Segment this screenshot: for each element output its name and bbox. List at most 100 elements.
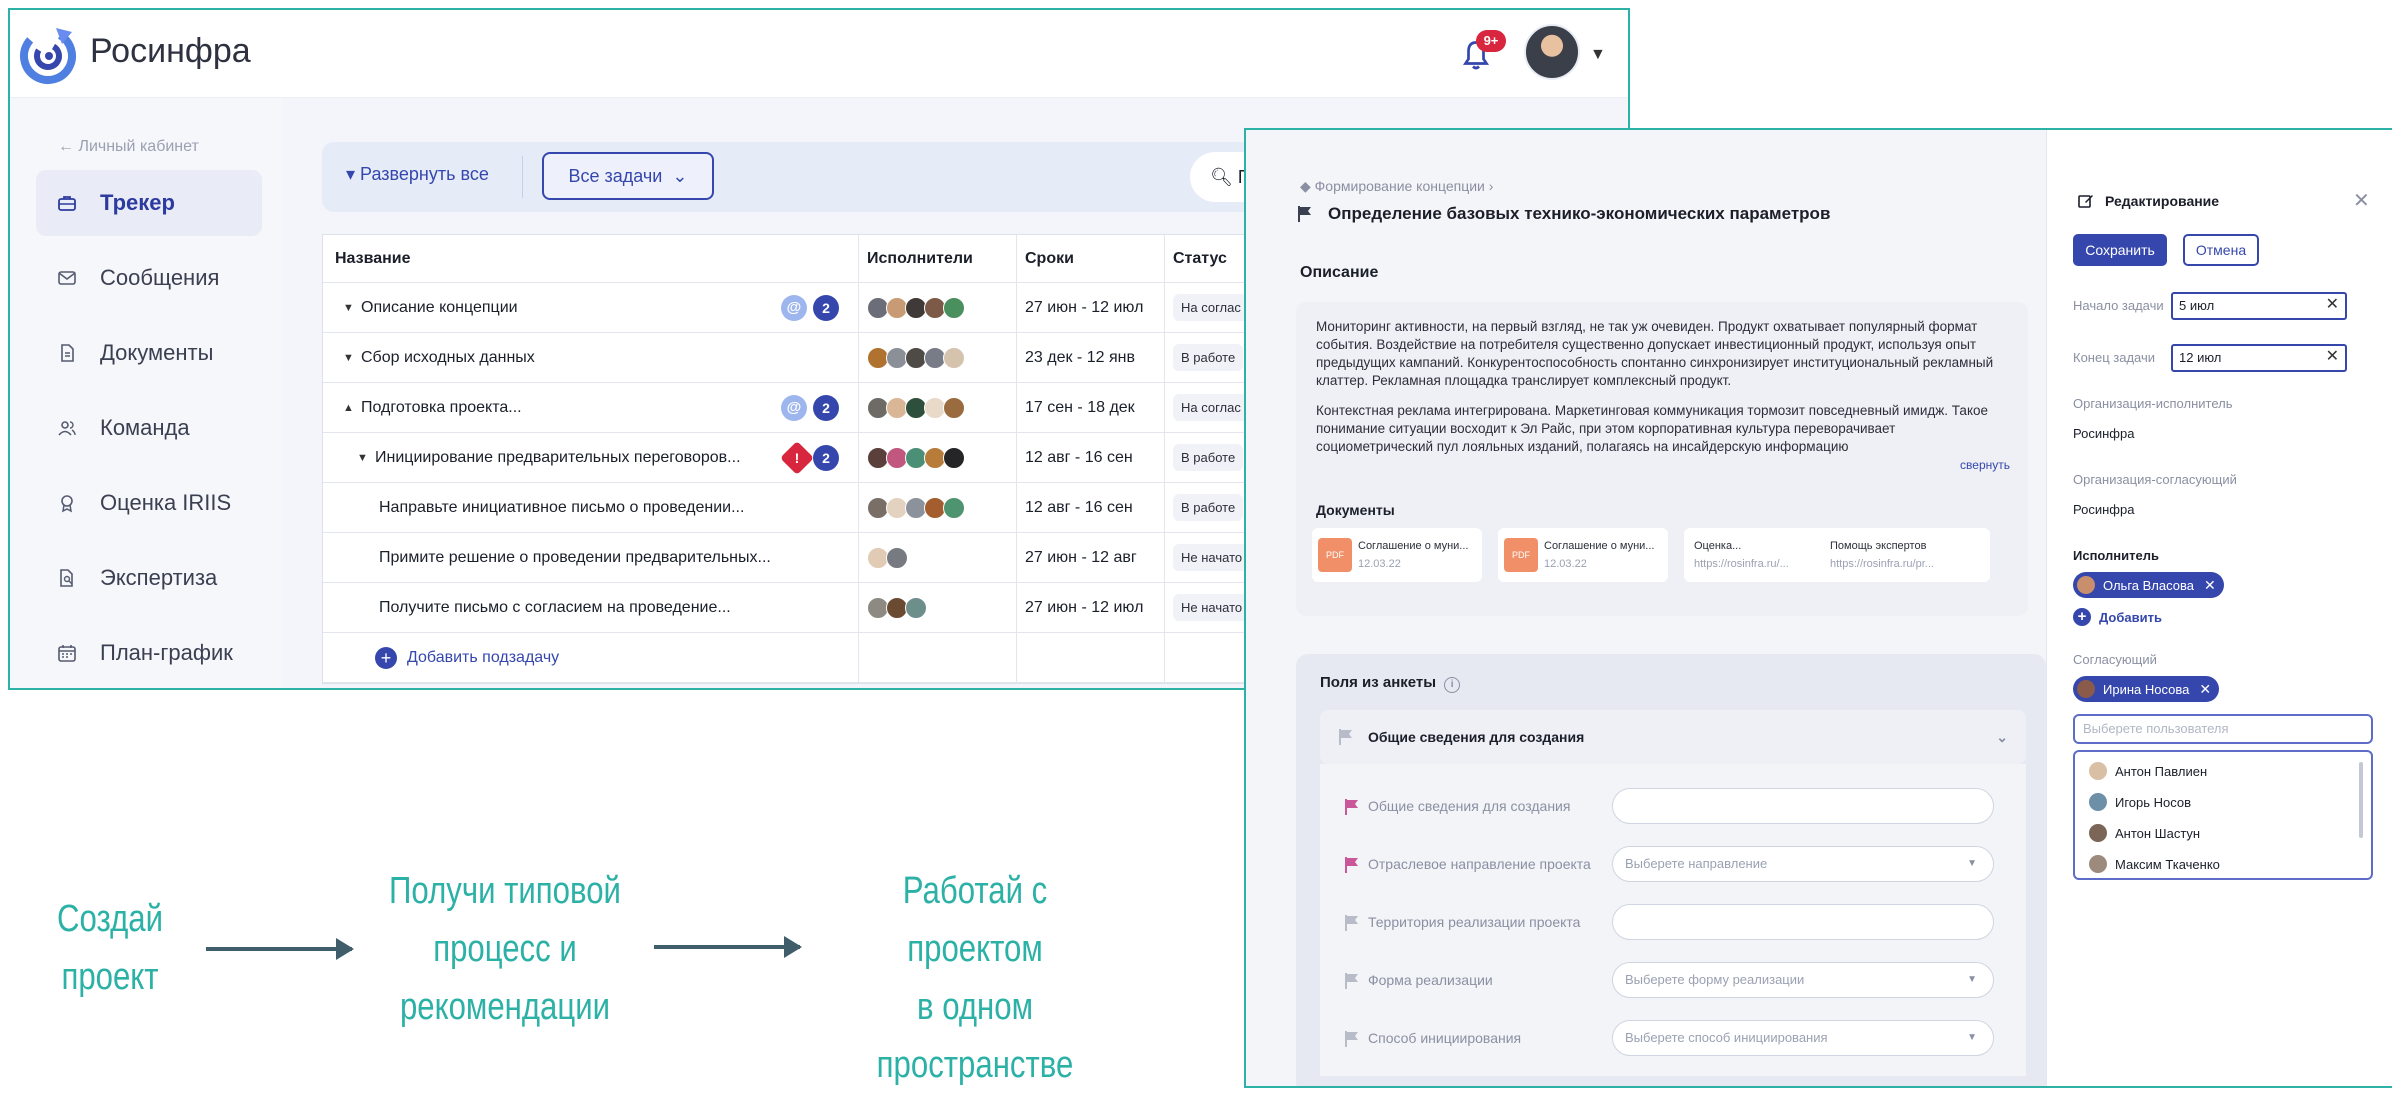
award-icon [56, 492, 78, 514]
user-dropdown-list: Антон Павлиен Игорь Носов Антон Шастун М… [2073, 750, 2373, 880]
clear-icon[interactable]: ✕ [2326, 345, 2339, 369]
document-card[interactable]: PDF Соглашение о муни... 12.03.22 [1498, 528, 1668, 582]
expand-all-label: Развернуть все [360, 164, 489, 184]
flow-step-line: процесс и [433, 928, 577, 970]
executor-chip-name: Ольга Власова [2103, 577, 2194, 593]
task-name[interactable]: Подготовка проекта... [361, 399, 522, 417]
empty-cell [859, 633, 1017, 682]
avatar[interactable] [943, 346, 965, 369]
status-badge[interactable]: В работе [1173, 344, 1244, 371]
rosinfra-logo-icon[interactable] [16, 22, 80, 86]
expand-all-button[interactable]: ▾ Развернуть все [346, 164, 489, 185]
flow-step-create: Создай проект [44, 890, 175, 1006]
info-icon[interactable]: i [1444, 677, 1461, 693]
avatar[interactable] [905, 596, 927, 619]
chevron-down-icon[interactable]: ▼ [1590, 46, 1606, 64]
group-header[interactable]: Общие сведения для создания ⌄ [1320, 710, 2026, 764]
sidebar-item-team[interactable]: Команда [36, 395, 262, 461]
flow-step-line: в одном [916, 986, 1034, 1028]
save-button[interactable]: Сохранить [2073, 234, 2167, 266]
task-name[interactable]: Получите письмо с согласием на проведени… [379, 599, 731, 617]
mention-icon[interactable]: @ [781, 295, 807, 321]
field-input[interactable] [1612, 788, 1994, 824]
warning-icon[interactable]: ! [780, 441, 814, 475]
list-item[interactable]: Максим Ткаченко [2089, 855, 2220, 873]
description-title: Описание [1300, 264, 1379, 281]
caret-up-icon[interactable]: ▲ [343, 402, 361, 414]
sidebar-item-documents[interactable]: Документы [36, 320, 262, 386]
remove-icon[interactable]: ✕ [2204, 577, 2216, 594]
description-paragraph: Контекстная реклама интегрирована. Марке… [1316, 403, 1989, 454]
mention-icon[interactable]: @ [781, 395, 807, 421]
executor-chip[interactable]: Ольга Власова ✕ [2073, 572, 2224, 598]
clear-icon[interactable]: ✕ [2326, 293, 2339, 317]
field-select[interactable]: Выберете форму реализации ▼ [1612, 962, 1994, 998]
collapse-link[interactable]: свернуть [1960, 458, 2010, 472]
task-name[interactable]: Примите решение о проведении предварител… [379, 549, 771, 567]
list-item[interactable]: Антон Павлиен [2089, 762, 2207, 780]
cancel-button[interactable]: Отмена [2183, 234, 2259, 266]
avatar[interactable] [886, 546, 908, 569]
document-card[interactable]: PDF Соглашение о муни... 12.03.22 [1312, 528, 1482, 582]
sidebar-item-expertise[interactable]: Экспертиза [36, 545, 262, 611]
caret-down-icon[interactable]: ▼ [357, 452, 375, 464]
field-select[interactable]: Выберете направление ▼ [1612, 846, 1994, 882]
status-badge[interactable]: В работе [1173, 444, 1244, 471]
avatar[interactable] [943, 296, 965, 319]
approver-chip[interactable]: Ирина Носова ✕ [2073, 676, 2220, 702]
status-badge[interactable]: На соглас [1173, 394, 1249, 421]
user-avatar[interactable] [1524, 24, 1580, 80]
column-header-name[interactable]: Название [323, 235, 859, 282]
list-item[interactable]: Игорь Носов [2089, 793, 2191, 811]
breadcrumb[interactable]: ◆ Формирование концепции › [1300, 178, 1493, 195]
column-header-dates[interactable]: Сроки [1017, 235, 1165, 282]
avatar[interactable] [943, 396, 965, 419]
sidebar-item-schedule[interactable]: План-график [36, 620, 262, 686]
sidebar-item-messages[interactable]: Сообщения [36, 245, 262, 311]
document-icon [56, 342, 78, 364]
comment-count-badge[interactable]: 2 [813, 395, 839, 421]
user-search-input[interactable]: Выберете пользователя [2073, 714, 2373, 744]
task-name[interactable]: Описание концепции [361, 299, 518, 317]
field-input[interactable] [1612, 904, 1994, 940]
task-name[interactable]: Сбор исходных данных [361, 349, 535, 367]
start-date-input[interactable]: 5 июл ✕ [2171, 292, 2347, 320]
avatar[interactable] [943, 496, 965, 519]
remove-icon[interactable]: ✕ [2199, 681, 2211, 698]
status-badge[interactable]: На соглас [1173, 294, 1249, 321]
survey-fields-title: Поля из анкеты i [1320, 674, 1461, 693]
close-icon[interactable]: ✕ [2353, 188, 2370, 213]
documents-title: Документы [1316, 502, 1395, 518]
status-badge[interactable]: Не начато [1173, 544, 1251, 571]
column-header-executors[interactable]: Исполнители [859, 235, 1017, 282]
comment-count-badge[interactable]: 2 [813, 295, 839, 321]
chevron-down-icon[interactable]: ⌄ [1996, 710, 2008, 764]
link-url: https://rosinfra.ru/... [1694, 558, 1789, 570]
field-select[interactable]: Выберете способ инициирования ▼ [1612, 1020, 1994, 1056]
task-name[interactable]: Направьте инициативное письмо о проведен… [379, 499, 744, 517]
avatar [2077, 576, 2095, 594]
field-row: Территория реализации проекта [1320, 900, 2026, 950]
scrollbar[interactable] [2359, 762, 2363, 838]
end-date-input[interactable]: 12 июл ✕ [2171, 344, 2347, 372]
avatar[interactable] [943, 446, 965, 469]
link-card[interactable]: Помощь экспертов https://rosinfra.ru/pr.… [1820, 528, 1990, 582]
sidebar-item-iriis[interactable]: Оценка IRIIS [36, 470, 262, 536]
pdf-icon: PDF [1504, 538, 1538, 572]
task-name[interactable]: Инициирование предварительных переговоро… [375, 449, 741, 467]
dates-cell: 12 авг - 16 сен [1017, 483, 1165, 532]
sidebar-item-tracker[interactable]: Трекер [36, 170, 262, 236]
avatar [2089, 793, 2107, 811]
list-item[interactable]: Антон Шастун [2089, 824, 2200, 842]
add-executor-button[interactable]: + Добавить [2073, 608, 2162, 626]
comment-count-badge[interactable]: 2 [813, 445, 839, 471]
status-badge[interactable]: Не начато [1173, 594, 1251, 621]
caret-down-icon[interactable]: ▼ [343, 302, 361, 314]
add-subtask-button[interactable]: + Добавить подзадачу [323, 633, 859, 682]
caret-down-icon[interactable]: ▼ [343, 352, 361, 364]
status-badge[interactable]: В работе [1173, 494, 1244, 521]
field-label: Общие сведения для создания [1368, 798, 1571, 814]
task-filter-dropdown[interactable]: Все задачи ⌄ [542, 152, 714, 200]
edit-panel-title-text: Редактирование [2105, 193, 2220, 209]
back-to-cabinet-link[interactable]: ← Личный кабинет [58, 138, 199, 156]
